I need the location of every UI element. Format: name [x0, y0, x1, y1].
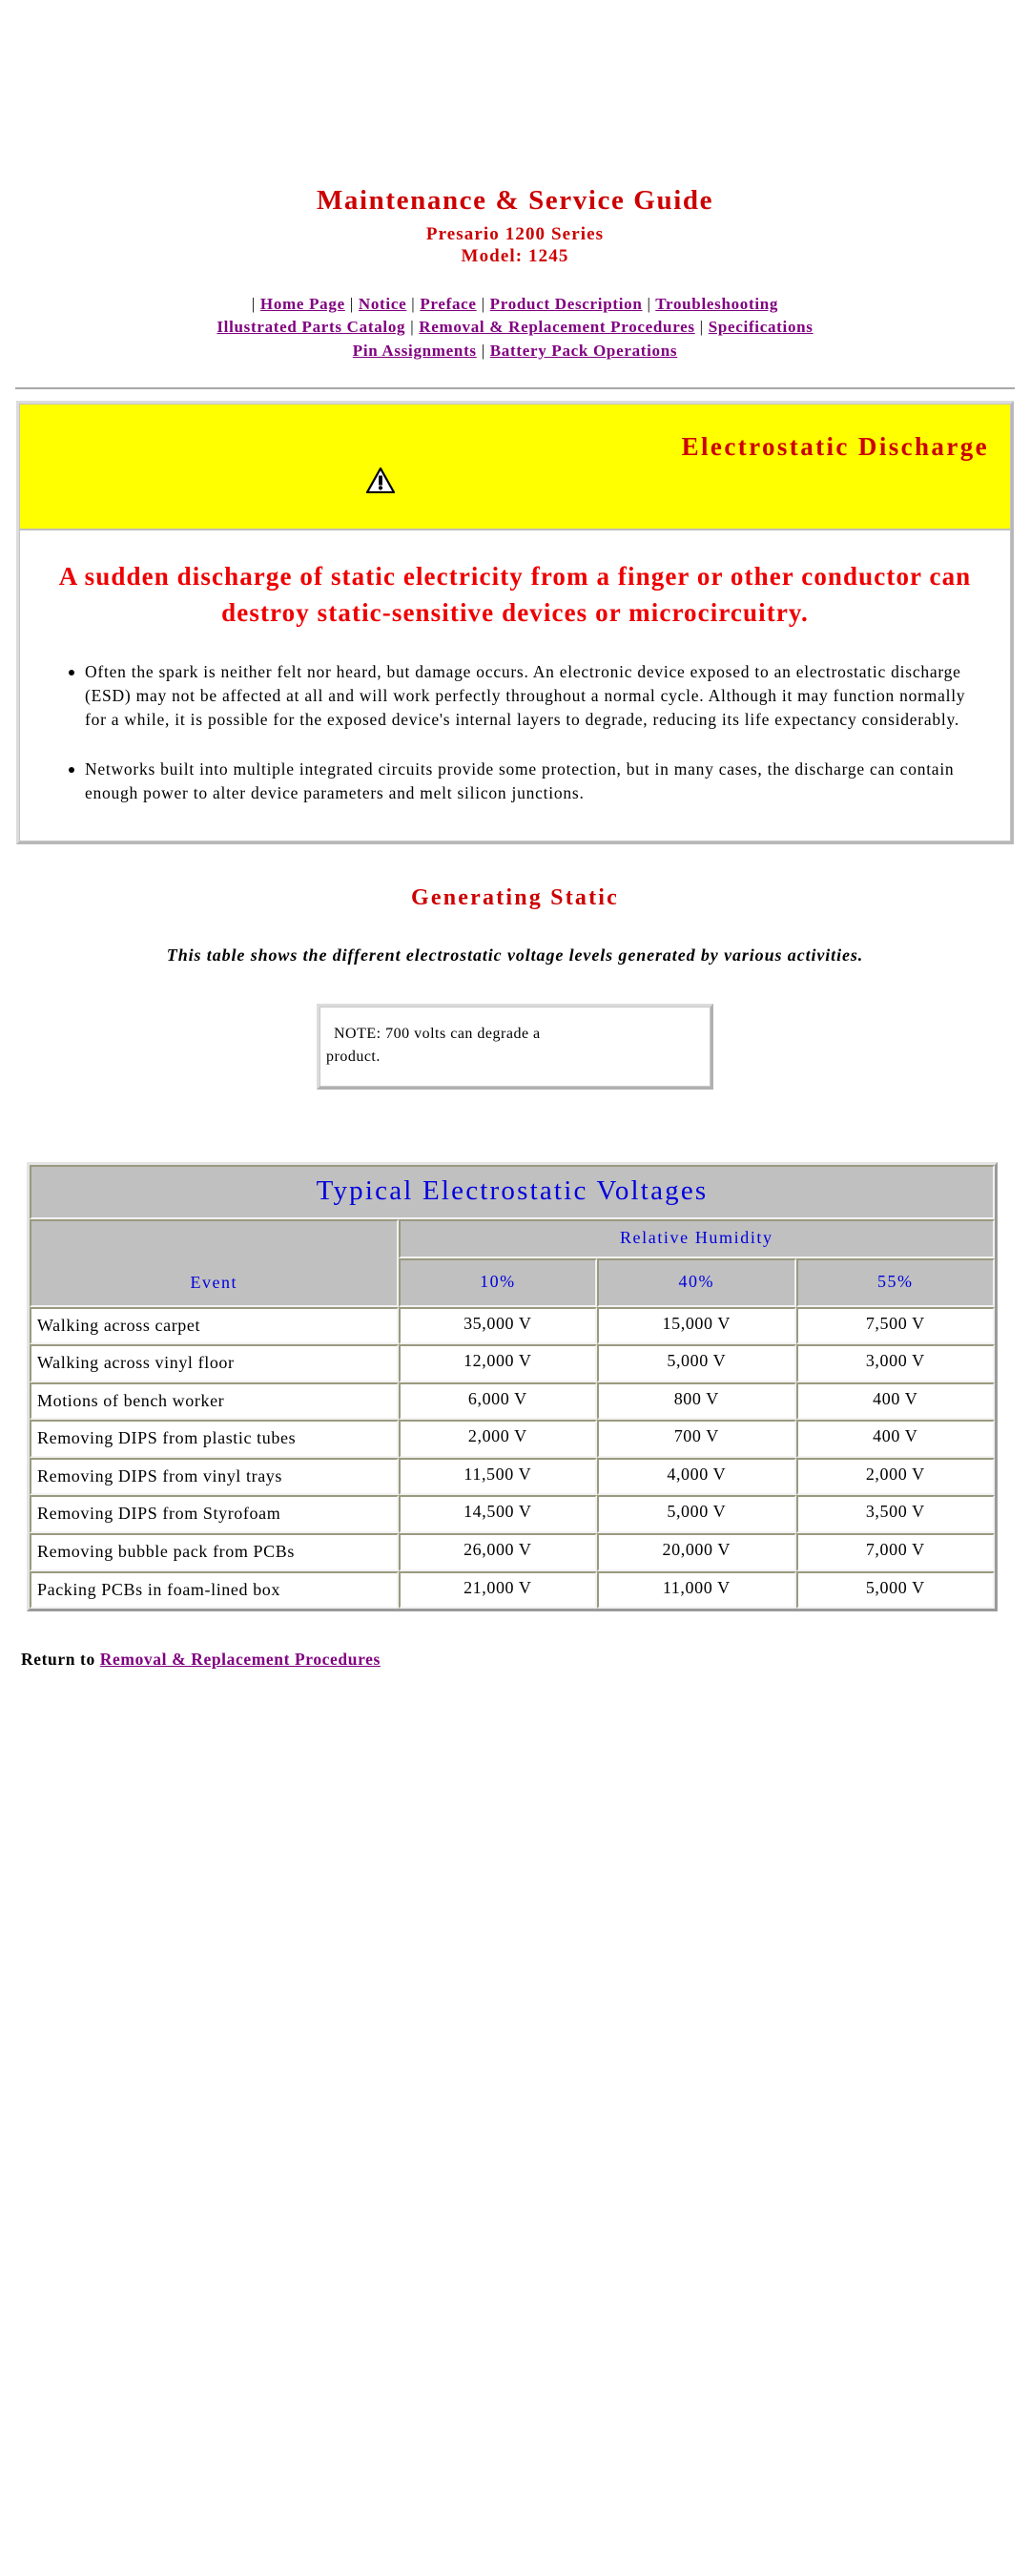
cell-event: Walking across carpet: [30, 1306, 399, 1345]
nav-link-preface[interactable]: Preface: [420, 295, 476, 313]
note-text-line-1: NOTE: 700 volts can degrade a: [334, 1025, 541, 1042]
warning-banner-title: Electrostatic Discharge: [681, 431, 989, 461]
cell-v40: 15,000 V: [597, 1306, 796, 1345]
table-header-humidity-55: 55%: [795, 1257, 995, 1307]
panel-body: A sudden discharge of static electricity…: [20, 530, 1010, 841]
nav-separator: |: [410, 318, 415, 337]
table-title: Typical Electrostatic Voltages: [30, 1164, 995, 1219]
note-box-inner: NOTE: 700 volts can degrade a product.: [319, 1006, 711, 1087]
nav-link-pin-assignments[interactable]: Pin Assignments: [353, 342, 477, 360]
table-header-humidity-40: 40%: [597, 1257, 796, 1307]
cell-event: Removing DIPS from vinyl trays: [30, 1457, 399, 1496]
table-header-event: Event: [30, 1218, 399, 1307]
nav-separator: |: [481, 295, 485, 314]
cell-v10: 26,000 V: [398, 1532, 598, 1571]
cell-v10: 2,000 V: [398, 1420, 598, 1458]
page-title: Maintenance & Service Guide Presario 120…: [0, 187, 1030, 267]
nav-link-specifications[interactable]: Specifications: [709, 318, 814, 336]
nav-link-product-description[interactable]: Product Description: [490, 295, 643, 313]
cell-v55: 2,000 V: [795, 1457, 995, 1496]
electrostatic-discharge-panel: Electrostatic Discharge A sudden dischar…: [16, 400, 1014, 844]
nav-separator: |: [411, 295, 416, 314]
table-title-row: Typical Electrostatic Voltages: [30, 1164, 995, 1219]
esd-bullet-list: Often the spark is neither felt nor hear…: [60, 660, 974, 806]
typical-electrostatic-voltages-table: Typical Electrostatic Voltages Event Rel…: [27, 1161, 998, 1612]
footer-link-removal-replacement-procedures[interactable]: Removal & Replacement Procedures: [100, 1650, 381, 1669]
nav-link-troubleshooting[interactable]: Troubleshooting: [655, 295, 778, 313]
cell-v55: 400 V: [795, 1381, 995, 1421]
warning-triangle-icon: [366, 467, 395, 494]
table-row: Walking across carpet 35,000 V 15,000 V …: [30, 1306, 995, 1345]
nav-separator: |: [349, 295, 354, 314]
cell-event: Walking across vinyl floor: [30, 1344, 399, 1382]
nav-row-2: Illustrated Parts Catalog | Removal & Re…: [13, 316, 1017, 339]
cell-v10: 11,500 V: [398, 1457, 598, 1496]
nav-link-battery-pack-operations[interactable]: Battery Pack Operations: [490, 342, 677, 360]
cell-v40: 800 V: [597, 1381, 796, 1421]
table-row: Removing bubble pack from PCBs 26,000 V …: [30, 1532, 995, 1571]
cell-v40: 5,000 V: [597, 1495, 796, 1533]
footer-return-line: Return to Removal & Replacement Procedur…: [21, 1650, 1030, 1670]
cell-event: Removing DIPS from plastic tubes: [30, 1420, 399, 1458]
cell-event: Removing DIPS from Styrofoam: [30, 1495, 399, 1533]
table-row: Removing DIPS from vinyl trays 11,500 V …: [30, 1457, 995, 1496]
nav-row-3: Pin Assignments | Battery Pack Operation…: [13, 340, 1017, 363]
generating-static-heading: Generating Static: [410, 884, 620, 910]
top-spacer: [0, 0, 1030, 187]
table-group-header-row: Event Relative Humidity: [30, 1218, 995, 1307]
navigation-bar: | Home Page | Notice | Preface | Product…: [0, 293, 1030, 362]
document-model: Model: 1245: [461, 246, 569, 267]
cell-v10: 6,000 V: [398, 1381, 598, 1421]
cell-event: Packing PCBs in foam-lined box: [30, 1570, 399, 1610]
cell-v40: 11,000 V: [597, 1570, 796, 1610]
nav-row-1: | Home Page | Notice | Preface | Product…: [13, 293, 1017, 316]
nav-separator: |: [647, 295, 651, 314]
cell-v55: 400 V: [795, 1420, 995, 1458]
nav-link-removal-replacement-procedures[interactable]: Removal & Replacement Procedures: [419, 318, 694, 336]
cell-v10: 35,000 V: [398, 1306, 598, 1345]
note-box: NOTE: 700 volts can degrade a product.: [317, 1003, 713, 1090]
nav-link-home-page[interactable]: Home Page: [260, 295, 345, 313]
list-item: Often the spark is neither felt nor hear…: [69, 660, 974, 733]
list-item: Networks built into multiple integrated …: [69, 758, 974, 806]
generating-static-description: This table shows the different electrost…: [166, 945, 864, 965]
document-title: Maintenance & Service Guide: [316, 185, 714, 216]
cell-v55: 5,000 V: [795, 1570, 995, 1610]
table-row: Removing DIPS from Styrofoam 14,500 V 5,…: [30, 1495, 995, 1533]
table-row: Walking across vinyl floor 12,000 V 5,00…: [30, 1344, 995, 1382]
table-header-relative-humidity: Relative Humidity: [398, 1218, 995, 1258]
document-subtitle: Presario 1200 Series: [425, 224, 605, 244]
cell-v10: 21,000 V: [398, 1570, 598, 1610]
nav-separator: |: [481, 341, 485, 360]
table-row: Packing PCBs in foam-lined box 21,000 V …: [30, 1570, 995, 1610]
nav-link-illustrated-parts-catalog[interactable]: Illustrated Parts Catalog: [216, 318, 405, 336]
cell-v40: 700 V: [597, 1420, 796, 1458]
cell-v55: 3,000 V: [795, 1344, 995, 1382]
cell-v40: 4,000 V: [597, 1457, 796, 1496]
horizontal-divider: [15, 386, 1015, 390]
cell-v55: 7,500 V: [795, 1306, 995, 1345]
nav-link-notice[interactable]: Notice: [359, 295, 406, 313]
nav-separator: |: [251, 295, 256, 314]
warning-banner: Electrostatic Discharge: [20, 404, 1010, 531]
table-row: Removing DIPS from plastic tubes 2,000 V…: [30, 1420, 995, 1458]
panel-inner-frame: Electrostatic Discharge A sudden dischar…: [19, 403, 1011, 841]
esd-lead-statement: A sudden discharge of static electricity…: [58, 562, 972, 628]
table-header-humidity-10: 10%: [398, 1257, 598, 1307]
cell-v10: 14,500 V: [398, 1495, 598, 1533]
table-row: Motions of bench worker 6,000 V 800 V 40…: [30, 1381, 995, 1421]
cell-v55: 3,500 V: [795, 1495, 995, 1533]
cell-v55: 7,000 V: [795, 1532, 995, 1571]
cell-event: Removing bubble pack from PCBs: [30, 1532, 399, 1571]
footer-prefix: Return to: [21, 1650, 100, 1670]
cell-v10: 12,000 V: [398, 1344, 598, 1382]
cell-v40: 20,000 V: [597, 1532, 796, 1571]
warning-icon-row: [37, 467, 993, 500]
cell-v40: 5,000 V: [597, 1344, 796, 1382]
cell-event: Motions of bench worker: [30, 1381, 399, 1421]
note-text-line-2: product.: [326, 1048, 381, 1065]
nav-separator: |: [699, 318, 704, 337]
